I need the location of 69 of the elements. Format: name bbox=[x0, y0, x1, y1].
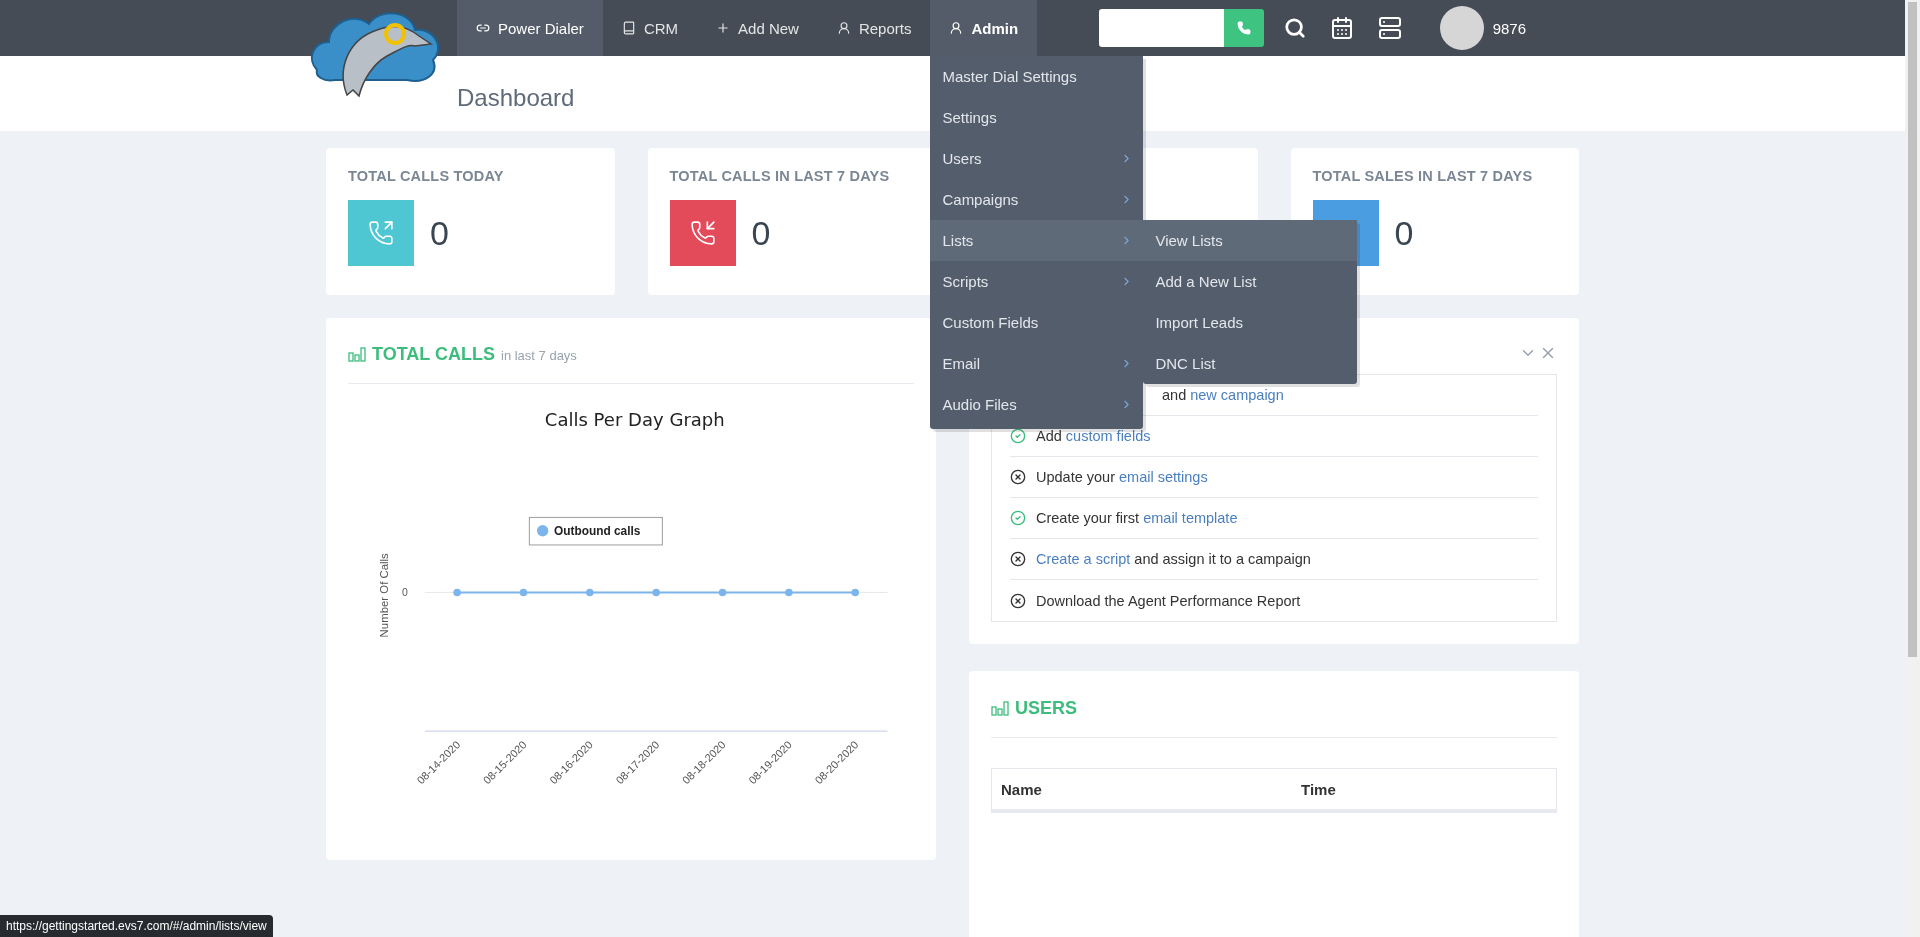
data-point bbox=[652, 588, 660, 596]
checklist-link[interactable]: custom fields bbox=[1065, 428, 1151, 444]
stat-card-title: TOTAL CALLS TODAY bbox=[348, 168, 505, 184]
menu-item[interactable]: Custom Fields bbox=[930, 302, 1144, 343]
nav-item[interactable]: Admin bbox=[930, 0, 1038, 56]
menu-item[interactable]: Users bbox=[930, 138, 1144, 179]
submenu-item[interactable]: Import Leads bbox=[1143, 302, 1358, 343]
menu-item[interactable]: Settings bbox=[930, 97, 1144, 138]
data-point bbox=[453, 588, 461, 596]
nav-item-icon bbox=[836, 21, 851, 35]
nav-item-icon bbox=[949, 21, 964, 35]
user-name[interactable]: 9876 bbox=[1492, 19, 1526, 37]
submenu-item[interactable]: View Lists bbox=[1143, 220, 1358, 261]
nav-item-icon bbox=[716, 21, 731, 35]
nav-item[interactable]: Add New bbox=[697, 0, 818, 56]
status-url: https://gettingstarted.evs7.com/#/admin/lists/view bbox=[0, 915, 273, 937]
y-axis-label: Number Of Calls bbox=[377, 552, 390, 637]
search-icon[interactable] bbox=[1283, 17, 1306, 39]
phone-icon bbox=[1236, 21, 1251, 35]
nav-item-icon bbox=[476, 21, 490, 35]
panel-title: USERS bbox=[1015, 697, 1077, 719]
submenu-item[interactable]: DNC List bbox=[1143, 343, 1358, 384]
server-icon[interactable] bbox=[1377, 16, 1402, 40]
nav-item[interactable]: CRM bbox=[602, 0, 698, 56]
panel-title: TOTAL CALLS bbox=[372, 343, 495, 365]
stat-value: 0 bbox=[751, 213, 771, 253]
page-title: Dashboard bbox=[457, 83, 575, 112]
checklist-link[interactable]: new campaign bbox=[1190, 387, 1284, 403]
column-header: Time bbox=[1300, 779, 1337, 800]
checklist-text: Download the Agent Performance Report bbox=[1036, 592, 1301, 609]
stat-value: 0 bbox=[430, 213, 449, 253]
menu-item[interactable]: Campaigns bbox=[930, 179, 1144, 220]
checklist-text: Create your first email template bbox=[1036, 510, 1238, 526]
checklist-text: Update your email settings bbox=[1036, 469, 1208, 485]
bar-chart-icon bbox=[991, 700, 1009, 716]
checklist-text: Create a script and assign it to a campaign bbox=[1036, 551, 1311, 567]
stat-card-title: TOTAL SALES IN LAST 7 DAYS bbox=[1312, 168, 1534, 184]
call-button[interactable] bbox=[1223, 9, 1264, 47]
panel-subtitle: in last 7 days bbox=[501, 348, 577, 364]
nav-item[interactable]: Reports bbox=[817, 0, 931, 56]
data-point bbox=[851, 588, 859, 596]
menu-item[interactable]: Scripts bbox=[930, 261, 1144, 302]
scrollbar[interactable] bbox=[1905, 0, 1920, 937]
data-point bbox=[718, 588, 727, 596]
menu-item[interactable]: Master Dial Settings bbox=[930, 56, 1144, 97]
submenu-item[interactable]: Add a New List bbox=[1143, 261, 1358, 302]
avatar[interactable] bbox=[1439, 6, 1484, 50]
column-header: Name bbox=[1000, 779, 1043, 800]
dial-input-field[interactable] bbox=[1098, 9, 1224, 47]
calendar-icon[interactable] bbox=[1329, 16, 1354, 40]
checklist-link[interactable]: Create a script bbox=[1036, 551, 1131, 567]
data-point bbox=[519, 588, 528, 596]
checklist-link[interactable]: email settings bbox=[1119, 469, 1208, 485]
checklist-text: and new campaign bbox=[1162, 387, 1284, 403]
menu-item[interactable]: Email bbox=[930, 343, 1144, 384]
menu-item[interactable]: Audio Files bbox=[930, 384, 1144, 425]
bar-chart-icon bbox=[348, 346, 366, 363]
checklist-link[interactable]: email template bbox=[1143, 510, 1238, 526]
chart-title: Calls Per Day Graph bbox=[544, 408, 725, 430]
data-point bbox=[785, 588, 793, 596]
stat-value: 0 bbox=[1394, 213, 1414, 253]
menu-item[interactable]: Lists bbox=[930, 220, 1144, 261]
nav-item-icon bbox=[621, 21, 636, 35]
stat-card-title: TOTAL CALLS IN LAST 7 DAYS bbox=[669, 168, 891, 184]
data-point bbox=[586, 588, 594, 596]
nav-item[interactable]: Power Dialer bbox=[457, 0, 603, 56]
y-tick-label: 0 bbox=[401, 586, 408, 598]
checklist-text: Add custom fields bbox=[1036, 428, 1151, 444]
legend[interactable]: Outbound calls bbox=[528, 516, 663, 545]
